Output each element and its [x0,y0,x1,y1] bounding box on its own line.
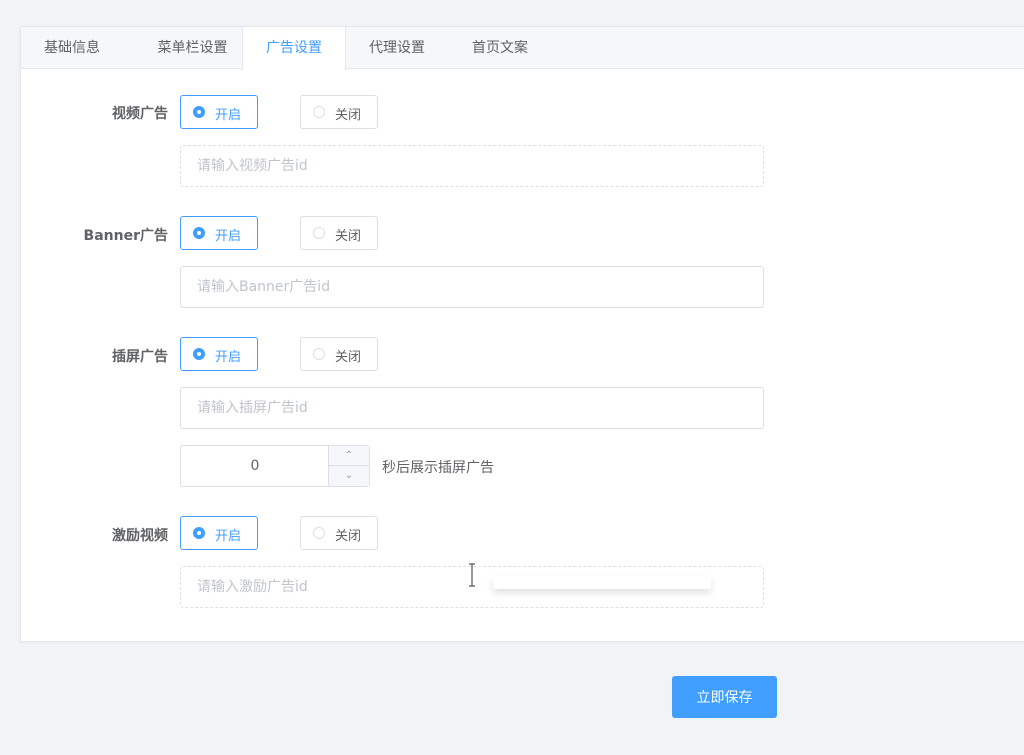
banner-ad-id-input[interactable] [180,266,764,308]
radio-label-off: 关闭 [335,229,362,244]
radio-unchecked-icon [313,348,325,360]
radio-checked-icon [193,227,205,239]
radio-unchecked-icon [313,227,325,239]
reward-video-label: 激励视频 [112,528,168,544]
radio-checked-icon [193,348,205,360]
video-ad-off-radio[interactable]: 关闭 [300,95,378,129]
video-ad-on-radio[interactable]: 开启 [180,95,258,129]
radio-unchecked-icon [313,527,325,539]
tab-basic-info[interactable]: 基础信息 [21,27,123,69]
top-strip [0,0,1024,8]
interstitial-ad-label: 插屏广告 [112,349,168,365]
autocomplete-popup [493,575,711,589]
banner-ad-on-radio[interactable]: 开启 [180,216,258,250]
interstitial-ad-id-input[interactable] [180,387,764,429]
radio-label-on: 开启 [215,108,242,123]
reward-video-off-radio[interactable]: 关闭 [300,516,378,550]
radio-unchecked-icon [313,106,325,118]
tab-bar: 基础信息 菜单栏设置 广告设置 代理设置 首页文案 [21,27,1024,70]
video-ad-label: 视频广告 [112,106,168,122]
delay-suffix-label: 秒后展示插屏广告 [382,460,494,476]
tab-menu-settings[interactable]: 菜单栏设置 [132,27,253,69]
interstitial-delay-stepper: 0 ⌃ ⌄ [180,445,370,487]
video-ad-id-input[interactable] [180,145,764,187]
reward-video-on-radio[interactable]: 开启 [180,516,258,550]
radio-label-off: 关闭 [335,108,362,123]
banner-ad-label: Banner广告 [83,228,168,244]
delay-value[interactable]: 0 [181,446,329,486]
radio-label-off: 关闭 [335,529,362,544]
tab-agent-settings[interactable]: 代理设置 [346,27,448,69]
tab-homepage-copy[interactable]: 首页文案 [448,27,552,69]
interstitial-ad-on-radio[interactable]: 开启 [180,337,258,371]
radio-checked-icon [193,106,205,118]
radio-label-off: 关闭 [335,350,362,365]
settings-card: 基础信息 菜单栏设置 广告设置 代理设置 首页文案 [20,26,1024,642]
save-button[interactable]: 立即保存 [672,676,777,718]
interstitial-ad-off-radio[interactable]: 关闭 [300,337,378,371]
chevron-down-icon[interactable]: ⌄ [329,466,369,486]
radio-label-on: 开启 [215,229,242,244]
tab-ad-settings[interactable]: 广告设置 [242,27,346,70]
radio-label-on: 开启 [215,529,242,544]
radio-label-on: 开启 [215,350,242,365]
banner-ad-off-radio[interactable]: 关闭 [300,216,378,250]
stepper-buttons: ⌃ ⌄ [328,446,369,486]
text-cursor-icon [469,563,475,587]
chevron-up-icon[interactable]: ⌃ [329,446,369,466]
radio-checked-icon [193,527,205,539]
